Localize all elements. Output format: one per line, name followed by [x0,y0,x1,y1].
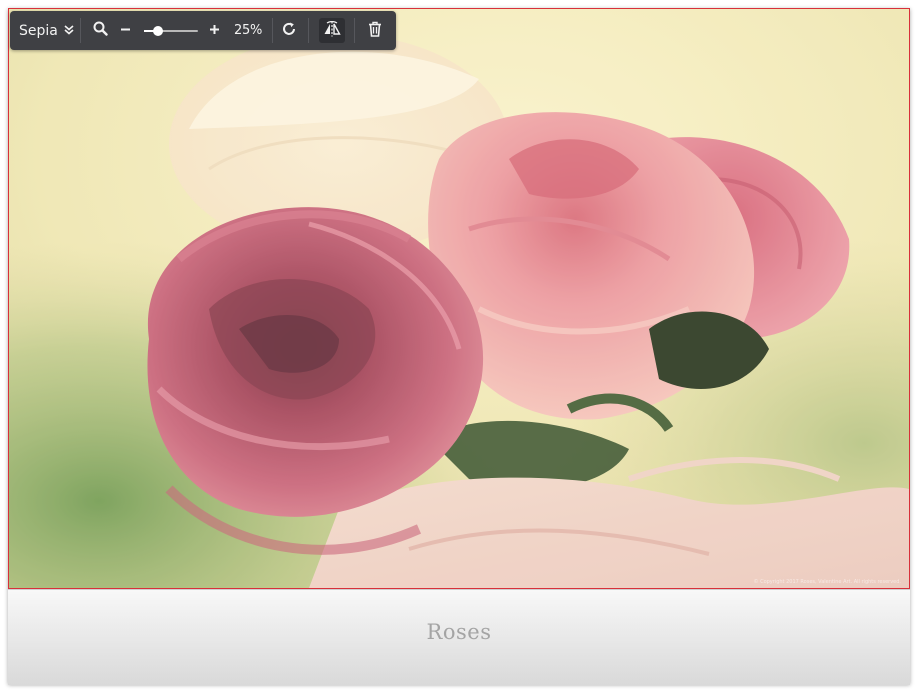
watermark: © Copyright 2017 Roses, Valentine Art. A… [753,579,901,585]
flip-button[interactable] [319,18,345,43]
toolbar-divider [308,18,309,43]
filter-select[interactable]: Sepia [10,11,80,50]
image-card: © Copyright 2017 Roses, Valentine Art. A… [8,8,910,685]
image-toolbar: Sepia 25% [10,11,396,50]
zoom-slider-thumb[interactable] [152,26,163,36]
toolbar-divider [272,18,273,43]
roses-photo-image [9,9,909,588]
caption-bar: Roses [8,589,910,685]
zoom-magnifier-button[interactable] [88,11,112,50]
zoom-out-button[interactable] [114,11,136,50]
chevron-double-down-icon [64,23,74,39]
toolbar-divider [354,18,355,43]
photo: © Copyright 2017 Roses, Valentine Art. A… [8,8,910,589]
plus-icon [209,23,220,39]
minus-icon [120,23,131,39]
image-caption: Roses [426,620,492,644]
rotate-button[interactable] [276,11,302,50]
zoom-in-button[interactable] [203,11,225,50]
flip-horizontal-icon [323,20,341,41]
rotate-icon [281,21,297,41]
toolbar-divider [80,18,81,43]
filter-select-label: Sepia [19,22,58,39]
delete-button[interactable] [362,11,388,50]
trash-icon [368,21,382,41]
zoom-level-text: 25% [234,23,262,38]
magnifier-icon [93,21,108,40]
